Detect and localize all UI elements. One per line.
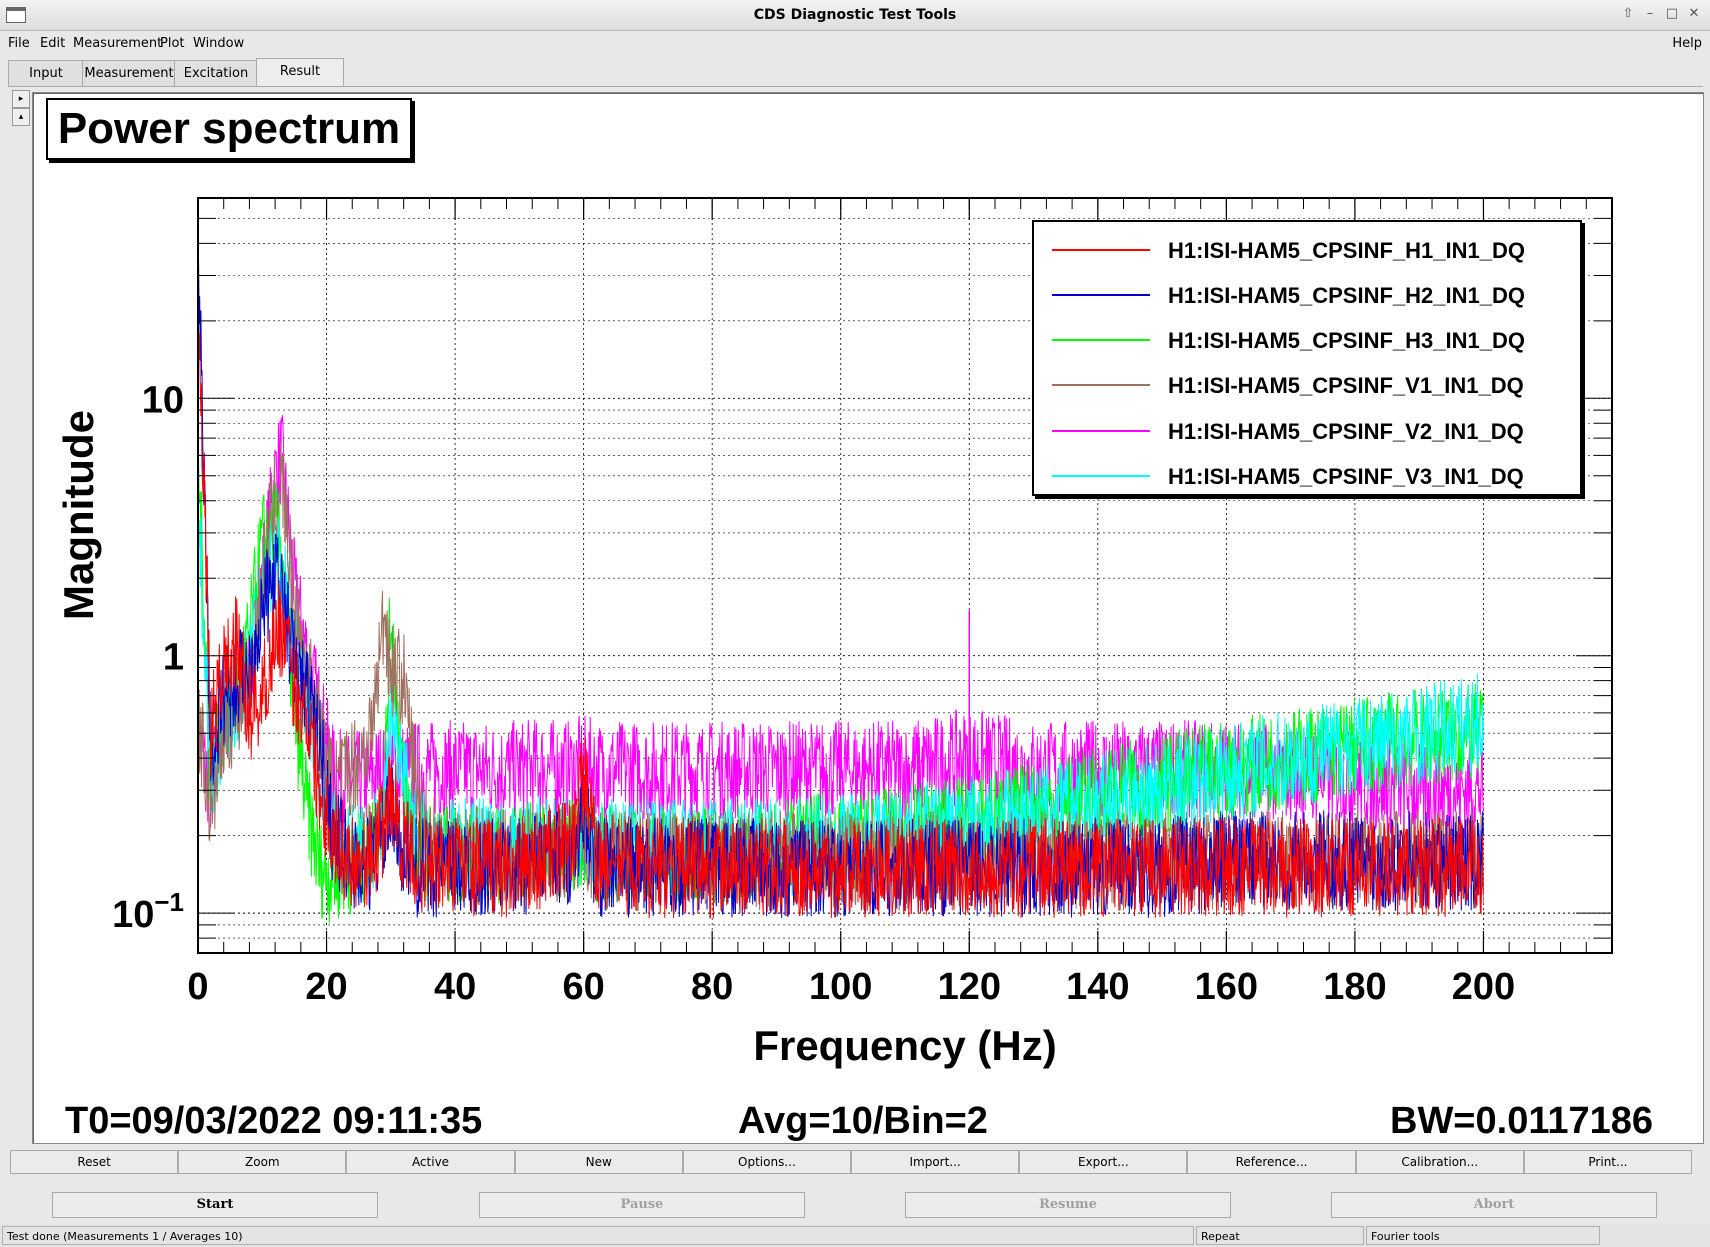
legend-swatch [1052,430,1150,432]
status-bar: Test done (Measurements 1 / Averages 10)… [0,1224,1710,1247]
x-tick-label: 200 [1452,966,1515,1008]
import-button[interactable]: Import... [851,1150,1020,1174]
x-tick-label: 180 [1323,966,1386,1008]
x-tick-label: 40 [434,966,476,1008]
legend-label: H1:ISI-HAM5_CPSINF_V3_IN1_DQ [1168,464,1524,489]
new-button[interactable]: New [514,1150,683,1174]
y-tick-label: 10−1 [112,887,184,936]
legend-swatch [1052,475,1150,477]
legend-swatch [1052,294,1150,296]
x-tick-label: 60 [562,966,604,1008]
t0-label: T0=09/03/2022 09:11:35 [65,1100,483,1142]
bandwidth-label: BW=0.0117186 [1390,1100,1654,1142]
plot-toolbar: Reset Zoom Active New Options... Import.… [10,1150,1693,1174]
resume-button[interactable]: Resume [905,1192,1231,1218]
legend-entry: H1:ISI-HAM5_CPSINF_H1_IN1_DQ [1052,236,1572,266]
y-tick-label: 1 [163,637,184,679]
start-button[interactable]: Start [52,1192,378,1218]
control-bar: Start Pause Resume Abort [0,1184,1710,1226]
status-fourier: Fourier tools [1366,1226,1600,1245]
y-axis-title: Magnitude [55,410,102,620]
legend-entry: H1:ISI-HAM5_CPSINF_H2_IN1_DQ [1052,281,1572,311]
x-tick-label: 100 [809,966,872,1008]
plot-title: Power spectrum [46,98,412,160]
x-tick-label: 140 [1066,966,1129,1008]
reset-button[interactable]: Reset [10,1150,179,1174]
pause-button[interactable]: Pause [479,1192,805,1218]
status-repeat: Repeat [1196,1226,1364,1245]
abort-button[interactable]: Abort [1331,1192,1657,1218]
legend-swatch [1052,249,1150,251]
legend-label: H1:ISI-HAM5_CPSINF_V1_IN1_DQ [1168,373,1524,398]
reference-button[interactable]: Reference... [1187,1150,1356,1174]
legend-entry: H1:ISI-HAM5_CPSINF_V1_IN1_DQ [1052,371,1572,401]
zoom-button[interactable]: Zoom [178,1150,347,1174]
legend-swatch [1052,339,1150,341]
x-tick-label: 160 [1195,966,1258,1008]
legend-label: H1:ISI-HAM5_CPSINF_H2_IN1_DQ [1168,283,1525,308]
x-tick-label: 80 [691,966,733,1008]
legend-label: H1:ISI-HAM5_CPSINF_V2_IN1_DQ [1168,419,1524,444]
x-tick-label: 120 [938,966,1001,1008]
legend-entry: H1:ISI-HAM5_CPSINF_V3_IN1_DQ [1052,462,1572,492]
legend-label: H1:ISI-HAM5_CPSINF_H1_IN1_DQ [1168,238,1525,263]
legend[interactable]: H1:ISI-HAM5_CPSINF_H1_IN1_DQ H1:ISI-HAM5… [1032,220,1582,496]
export-button[interactable]: Export... [1019,1150,1188,1174]
legend-swatch [1052,384,1150,386]
legend-entry: H1:ISI-HAM5_CPSINF_V2_IN1_DQ [1052,417,1572,447]
print-button[interactable]: Print... [1523,1150,1693,1174]
y-tick-label: 10 [142,379,184,421]
calibration-button[interactable]: Calibration... [1355,1150,1524,1174]
averages-label: Avg=10/Bin=2 [738,1100,988,1142]
x-tick-label: 0 [187,966,208,1008]
x-axis-title: Frequency (Hz) [753,1022,1057,1069]
options-button[interactable]: Options... [682,1150,852,1174]
x-tick-label: 20 [305,966,347,1008]
status-message: Test done (Measurements 1 / Averages 10) [2,1226,1194,1245]
legend-label: H1:ISI-HAM5_CPSINF_H3_IN1_DQ [1168,328,1525,353]
legend-entry: H1:ISI-HAM5_CPSINF_H3_IN1_DQ [1052,326,1572,356]
active-button[interactable]: Active [346,1150,515,1174]
